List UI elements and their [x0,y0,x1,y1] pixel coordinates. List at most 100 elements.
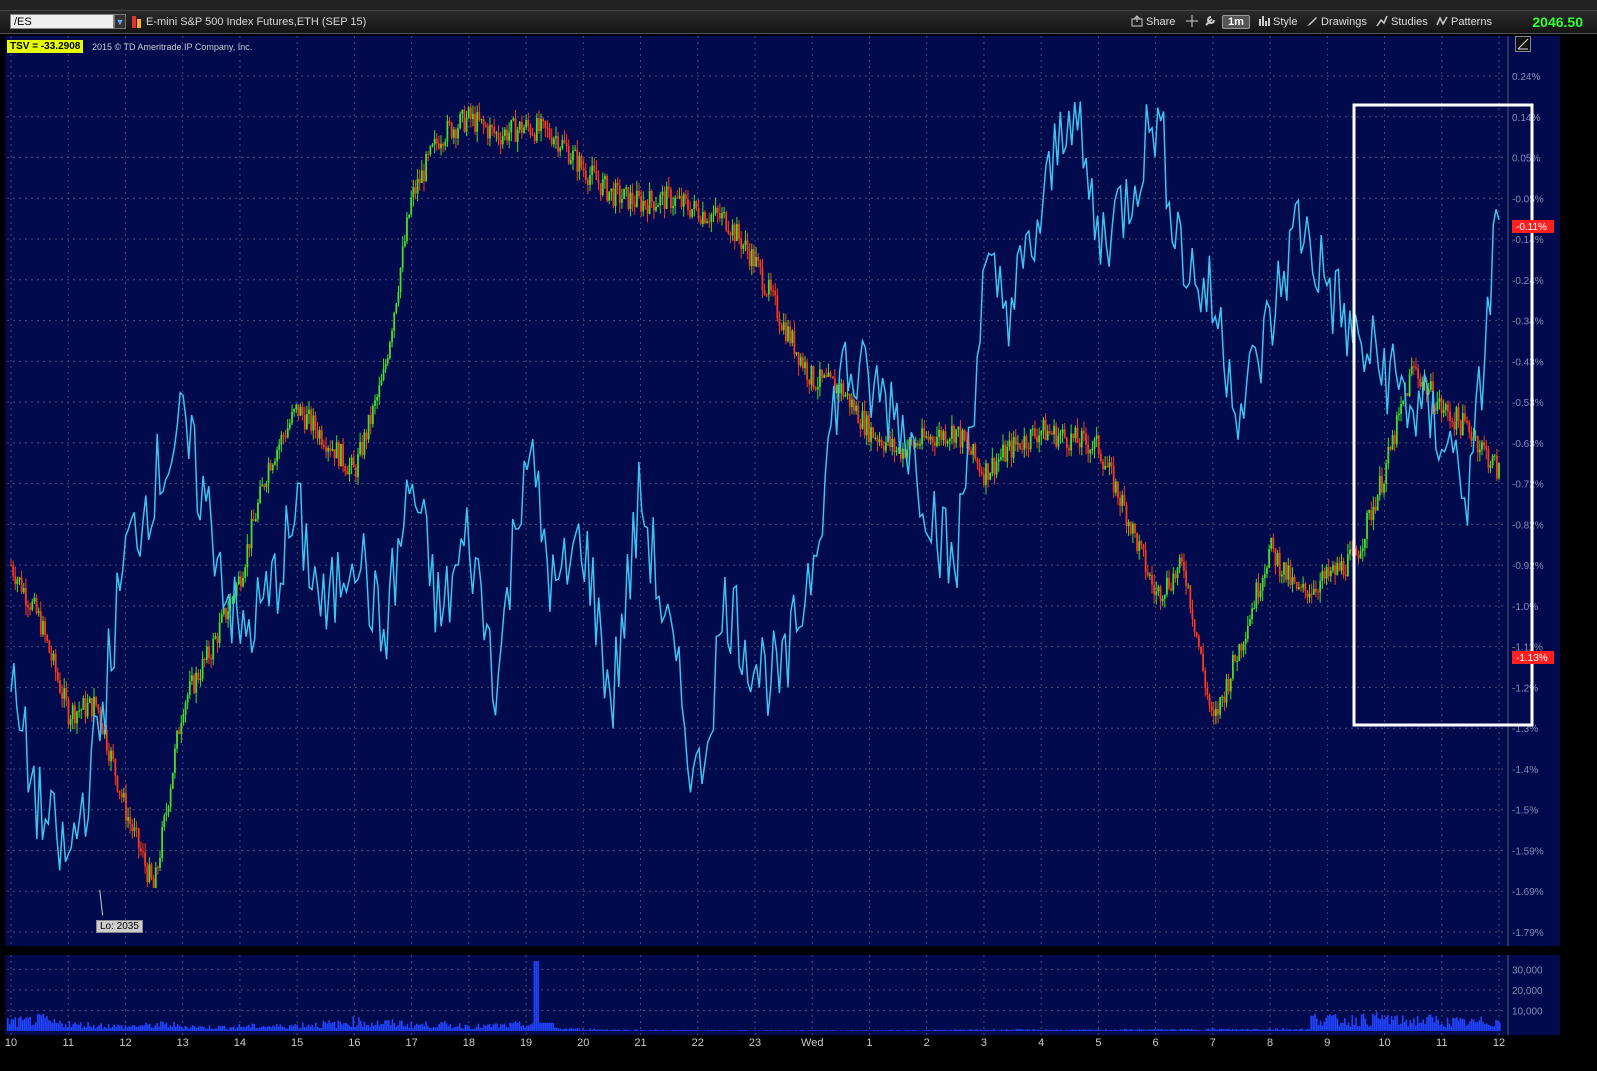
candle-body [369,414,372,424]
candle-body [855,405,858,411]
volume-bar [1189,1029,1191,1031]
symbol-dropdown-button[interactable]: ▼ [114,14,126,29]
volume-bar [864,1030,866,1031]
volume-bar [16,1026,18,1031]
volume-bar [1297,1030,1299,1031]
candle-body [469,107,472,120]
candle-body [827,372,830,377]
candle-body [555,136,557,139]
candle-body [88,698,91,703]
candle-body [810,366,813,385]
candle-body [816,386,819,390]
volume-bar [33,1024,35,1031]
volume-bar [161,1021,164,1031]
chart-settings-button[interactable] [1515,36,1531,52]
candle-body [797,352,800,366]
candle-body [525,119,528,128]
volume-bar [135,1027,138,1031]
crosshair-button[interactable] [1186,14,1201,30]
candle-body [288,423,291,429]
candle-body [463,110,466,132]
x-tick-label: 19 [520,1037,532,1049]
volume-bar [492,1024,495,1031]
candle-body [199,678,202,681]
volume-bar [578,1028,581,1031]
volume-bar [111,1026,114,1031]
candle-body [27,605,29,608]
style-label: Style [1273,16,1298,28]
volume-bar [1334,1013,1337,1031]
candle-body [506,129,508,141]
volume-bar [1422,1019,1425,1031]
candle-body [1191,608,1194,620]
tools-button[interactable] [1204,14,1219,30]
volume-bar [302,1022,304,1031]
volume-bar [972,1030,975,1031]
y-tick-label: 0.24% [1512,72,1540,83]
candle-body [836,384,838,394]
volume-bar [1218,1028,1221,1031]
volume-bar [1099,1030,1101,1031]
studies-button[interactable]: Studies [1376,14,1428,30]
volume-bar [380,1024,383,1031]
symbol-input[interactable]: /ES [10,14,114,29]
volume-bar [554,1027,556,1031]
candle-body [823,375,826,378]
candle-body [546,127,549,129]
candle-body [857,405,860,424]
candle-body [793,330,796,355]
price-chart[interactable]: 0.24%0.14%0.05%-0.05%-0.14%-0.24%-0.34%-… [5,36,1560,946]
symbol-link-icon[interactable] [132,16,142,28]
volume-bar [275,1024,278,1031]
volume-bar [1140,1029,1143,1031]
candle-body [412,187,415,198]
volume-bar [296,1024,299,1031]
candle-body [274,461,276,465]
candle-body [1189,585,1192,609]
volume-bar [77,1024,80,1031]
x-tick-label: 14 [234,1037,246,1049]
candle-body [335,442,338,459]
patterns-button[interactable]: Patterns [1436,14,1492,30]
candle-body [1006,446,1009,462]
volume-bar [386,1020,388,1031]
volume-bar [1011,1029,1014,1031]
volume-bar [455,1026,457,1031]
candle-body [433,138,436,145]
candle-body [533,134,536,142]
share-button[interactable]: Share [1131,14,1175,30]
volume-bar [460,1028,463,1031]
volume-bar [292,1025,295,1031]
volume-bar [466,1025,468,1031]
volume-bar [1241,1028,1243,1031]
volume-bar [1310,1015,1312,1031]
volume-bar [1203,1030,1206,1031]
candle-body [108,750,110,762]
interval-button[interactable]: 1m [1222,14,1250,30]
volume-bar [387,1019,390,1031]
volume-bar [1429,1014,1432,1031]
x-tick-label: 6 [1153,1037,1159,1049]
candle-body [90,698,93,717]
candle-body [214,636,217,639]
study-label[interactable]: TSV = -33.2908 [7,40,84,53]
style-button[interactable]: Style [1258,14,1297,30]
candle-body [391,330,393,343]
volume-chart[interactable]: 30,00020,00010,000 [5,955,1560,1035]
candle-body [1106,466,1109,468]
candle-body [650,190,653,202]
candle-body [706,221,709,223]
candle-body [452,129,455,138]
volume-bar [770,1030,773,1031]
volume-bar [63,1027,65,1031]
candle-body [297,404,300,416]
volume-bar [877,1030,879,1031]
volume-bar [96,1026,99,1031]
volume-bar [1355,1017,1357,1031]
drawings-button[interactable]: Drawings [1306,14,1367,30]
candle-body [161,827,164,859]
candle-body [721,212,723,219]
candle-body [614,183,617,206]
volume-bar [61,1023,63,1031]
volume-bar [946,1030,948,1031]
